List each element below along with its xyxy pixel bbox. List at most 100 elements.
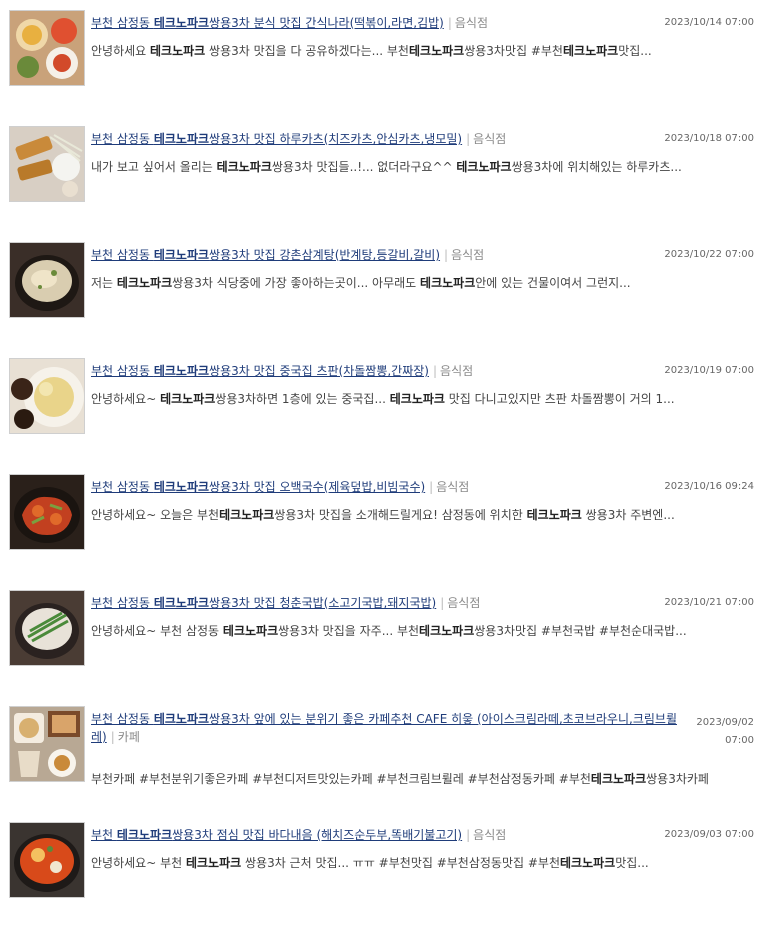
text-segment: 안녕하세요~ 부천 삼정동 — [91, 624, 223, 638]
text-segment: 부천 삼정동 — [91, 248, 154, 262]
text-segment: 쌍용3차 맛집을 다 공유하겠다는... 부천 — [205, 44, 409, 58]
keyword-highlight: 테크노파크 — [116, 828, 173, 842]
post-excerpt: 안녕하세요~ 테크노파크쌍용3차하면 1층에 있는 중국집... 테크노파크 맛… — [91, 390, 755, 408]
text-segment: 부천 — [91, 828, 117, 842]
post-thumbnail[interactable] — [9, 126, 85, 202]
text-segment: 쌍용3차카페 — [646, 772, 709, 786]
text-segment: 쌍용3차 맛집 하루카츠(치즈카츠,안심카츠,냉모밀) — [209, 132, 463, 146]
text-segment: 부천 삼정동 — [91, 364, 154, 378]
post-category[interactable]: 음식점 — [440, 364, 473, 378]
blog-post-list: 부천 삼정동 테크노파크쌍용3차 분식 맛집 간식나라(떡볶이,라면,김밥) | 음… — [0, 0, 767, 910]
post-thumbnail[interactable] — [9, 590, 85, 666]
separator: | — [444, 248, 449, 262]
post-category[interactable]: 음식점 — [436, 480, 469, 494]
text-segment: 쌍용3차 주변엔... — [581, 508, 675, 522]
post-category[interactable]: 음식점 — [473, 132, 506, 146]
text-segment: 쌍용3차 분식 맛집 간식나라(떡볶이,라면,김밥) — [209, 16, 444, 30]
text-segment: 안에 있는 건물이여서 그런지... — [475, 276, 631, 290]
separator: | — [447, 16, 452, 30]
separator: | — [466, 828, 471, 842]
keyword-highlight: 테크노파크 — [116, 276, 173, 290]
post-date: 2023/10/14 07:00 — [664, 17, 754, 28]
keyword-highlight: 테크노파크 — [153, 16, 210, 30]
post-category[interactable]: 음식점 — [473, 828, 506, 842]
keyword-highlight: 테크노파크 — [562, 44, 619, 58]
text-segment: 쌍용3차맛집 #부천국밥 #부천순대국밥... — [474, 624, 687, 638]
post-title-link[interactable]: 부천 삼정동 테크노파크쌍용3차 맛집 오백국수(제육덮밥,비빔국수) — [91, 480, 425, 494]
food-photo — [10, 707, 84, 781]
post-category[interactable]: 카페 — [118, 730, 140, 744]
blog-post-item: 부천 삼정동 테크노파크쌍용3차 맛집 청춘국밥(소고기국밥,돼지국밥) | 음식점… — [0, 590, 767, 706]
post-thumbnail[interactable] — [9, 10, 85, 86]
text-segment: 쌍용3차 식당중에 가장 좋아하는곳이... 아무래도 — [172, 276, 421, 290]
text-segment: 맛집... — [618, 44, 652, 58]
text-segment: 쌍용3차 맛집들..!... 없더라구요^^ — [271, 160, 457, 174]
post-title-link[interactable]: 부천 삼정동 테크노파크쌍용3차 맛집 청춘국밥(소고기국밥,돼지국밥) — [91, 596, 436, 610]
post-title-row: 부천 테크노파크쌍용3차 점심 맛집 바다내음 (해치즈순두부,똑배기불고기) |… — [91, 826, 661, 844]
post-thumbnail[interactable] — [9, 706, 85, 782]
post-thumbnail[interactable] — [9, 242, 85, 318]
post-excerpt: 부천카페 #부천분위기좋은카페 #부천디저트맛있는카페 #부천크림브륄레 #부천… — [91, 770, 755, 788]
post-excerpt: 안녕하세요~ 부천 삼정동 테크노파크쌍용3차 맛집을 자주... 부천테크노파… — [91, 622, 755, 640]
blog-post-item: 부천 삼정동 테크노파크쌍용3차 맛집 하루카츠(치즈카츠,안심카츠,냉모밀) |… — [0, 126, 767, 242]
keyword-highlight: 테크노파크 — [153, 132, 210, 146]
keyword-highlight: 테크노파크 — [160, 392, 216, 406]
post-date: 2023/09/02 07:00 — [696, 717, 754, 746]
blog-post-item: 부천 삼정동 테크노파크쌍용3차 분식 맛집 간식나라(떡볶이,라면,김밥) | 음… — [0, 10, 767, 126]
text-segment: 안녕하세요 — [91, 44, 151, 58]
post-title-link[interactable]: 부천 삼정동 테크노파크쌍용3차 맛집 하루카츠(치즈카츠,안심카츠,냉모밀) — [91, 132, 462, 146]
separator: | — [429, 480, 434, 494]
keyword-highlight: 테크노파크 — [150, 44, 206, 58]
food-photo — [10, 11, 84, 85]
text-segment: 쌍용3차 맛집 오백국수(제육덮밥,비빔국수) — [209, 480, 426, 494]
text-segment: 부천 삼정동 — [91, 16, 154, 30]
post-title-link[interactable]: 부천 삼정동 테크노파크쌍용3차 분식 맛집 간식나라(떡볶이,라면,김밥) — [91, 16, 444, 30]
food-photo — [10, 359, 84, 433]
keyword-highlight: 테크노파크 — [526, 508, 582, 522]
text-segment: 쌍용3차 맛집을 소개해드릴게요! 삼정동에 위치한 — [274, 508, 527, 522]
post-title-link[interactable]: 부천 삼정동 테크노파크쌍용3차 맛집 강촌삼계탕(반계탕,등갈비,갈비) — [91, 248, 440, 262]
text-segment: 쌍용3차 점심 맛집 바다내음 (해치즈순두부,똑배기불고기) — [172, 828, 463, 842]
food-photo — [10, 475, 84, 549]
blog-post-item: 부천 삼정동 테크노파크쌍용3차 맛집 오백국수(제육덮밥,비빔국수) | 음식점 2… — [0, 474, 767, 590]
post-date: 2023/10/19 07:00 — [664, 365, 754, 376]
post-category[interactable]: 음식점 — [447, 596, 480, 610]
post-category[interactable]: 음식점 — [451, 248, 484, 262]
keyword-highlight: 테크노파크 — [456, 160, 512, 174]
text-segment: 쌍용3차 맛집을 자주... 부천 — [278, 624, 420, 638]
text-segment: 쌍용3차 맛집 청춘국밥(소고기국밥,돼지국밥) — [209, 596, 437, 610]
text-segment: 쌍용3차에 위치해있는 하루카츠... — [511, 160, 682, 174]
text-segment: 맛집... — [615, 856, 649, 870]
text-segment: 부천 삼정동 — [91, 480, 154, 494]
keyword-highlight: 테크노파크 — [153, 364, 210, 378]
text-segment: 안녕하세요~ — [91, 392, 161, 406]
food-photo — [10, 591, 84, 665]
keyword-highlight: 테크노파크 — [153, 712, 210, 726]
separator: | — [440, 596, 445, 610]
post-title-row: 부천 삼정동 테크노파크쌍용3차 맛집 하루카츠(치즈카츠,안심카츠,냉모밀) |… — [91, 130, 661, 148]
post-title-row: 부천 삼정동 테크노파크쌍용3차 앞에 있는 분위기 좋은 카페추천 CAFE … — [91, 710, 681, 746]
post-date: 2023/10/18 07:00 — [664, 133, 754, 144]
post-thumbnail[interactable] — [9, 358, 85, 434]
keyword-highlight: 테크노파크 — [419, 624, 475, 638]
separator: | — [432, 364, 438, 378]
text-segment: 부천 삼정동 — [91, 596, 154, 610]
post-title-row: 부천 삼정동 테크노파크쌍용3차 분식 맛집 간식나라(떡볶이,라면,김밥) | 음… — [91, 14, 661, 32]
keyword-highlight: 테크노파크 — [185, 856, 242, 870]
text-segment: 안녕하세요~ 오늘은 부천 — [91, 508, 220, 522]
keyword-highlight: 테크노파크 — [590, 772, 647, 786]
keyword-highlight: 테크노파크 — [216, 160, 272, 174]
post-excerpt: 내가 보고 싶어서 올리는 테크노파크쌍용3차 맛집들..!... 없더라구요^… — [91, 158, 755, 176]
text-segment: 저는 — [91, 276, 117, 290]
post-thumbnail[interactable] — [9, 474, 85, 550]
post-thumbnail[interactable] — [9, 822, 85, 898]
post-title-link[interactable]: 부천 삼정동 테크노파크쌍용3차 앞에 있는 분위기 좋은 카페추천 CAFE … — [91, 712, 677, 744]
post-category[interactable]: 음식점 — [455, 16, 488, 30]
text-segment: 쌍용3차하면 1층에 있는 중국집... — [215, 392, 390, 406]
post-title-row: 부천 삼정동 테크노파크쌍용3차 맛집 중국집 츠판(차돌짬뽕,간짜장) | 음식점 — [91, 362, 661, 380]
post-date: 2023/10/21 07:00 — [664, 597, 754, 608]
food-photo — [10, 243, 84, 317]
post-excerpt: 안녕하세요~ 부천 테크노파크 쌍용3차 근처 맛집... ㅠㅠ #부천맛집 #… — [91, 854, 755, 872]
post-title-link[interactable]: 부천 테크노파크쌍용3차 점심 맛집 바다내음 (해치즈순두부,똑배기불고기) — [91, 828, 462, 842]
post-title-link[interactable]: 부천 삼정동 테크노파크쌍용3차 맛집 중국집 츠판(차돌짬뽕,간짜장) — [91, 364, 429, 378]
